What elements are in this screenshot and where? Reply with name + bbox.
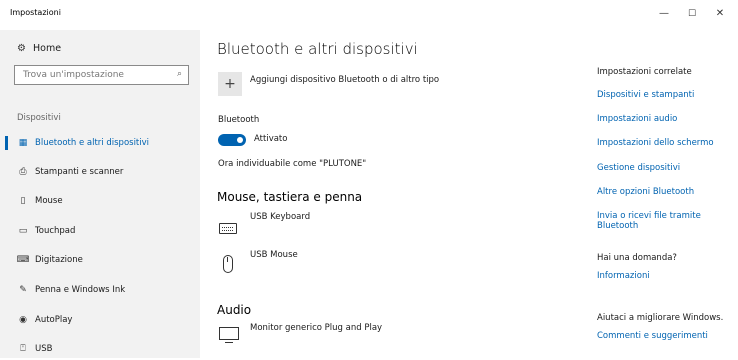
sidebar-item-label: Penna e Windows Ink [35, 285, 126, 295]
window-title: Impostazioni [10, 8, 61, 17]
device-keyboard[interactable]: USB Keyboard [250, 212, 310, 222]
sidebar-item-printers[interactable]: ⎙ Stampanti e scanner [0, 161, 200, 183]
related-settings-title: Impostazioni correlate [597, 67, 692, 77]
link-devices-printers[interactable]: Dispositivi e stampanti [597, 90, 694, 100]
gear-icon: ⚙ [17, 42, 26, 54]
link-audio-settings[interactable]: Impostazioni audio [597, 114, 677, 124]
bluetooth-label: Bluetooth [218, 115, 260, 125]
sidebar-item-mouse[interactable]: ▯ Mouse [0, 190, 200, 212]
question-title: Hai una domanda? [597, 253, 677, 263]
touchpad-icon: ▭ [18, 226, 28, 236]
sidebar-item-label: Digitazione [35, 255, 83, 265]
discoverable-text: Ora individuabile come "PLUTONE" [218, 159, 367, 169]
plus-icon: + [224, 76, 236, 92]
bluetooth-toggle[interactable] [218, 134, 246, 146]
keyboard-icon [219, 223, 237, 234]
sidebar-item-label: Mouse [35, 196, 63, 206]
link-feedback[interactable]: Commenti e suggerimenti [597, 331, 708, 341]
sidebar-item-bluetooth[interactable]: ▦ Bluetooth e altri dispositivi [0, 132, 200, 154]
bluetooth-state: Attivato [254, 134, 288, 144]
sidebar-item-usb[interactable]: ⍞ USB [0, 338, 200, 360]
sidebar-item-typing[interactable]: ⌨ Digitazione [0, 249, 200, 271]
close-button[interactable]: ✕ [710, 6, 730, 22]
active-indicator [5, 136, 8, 150]
page-title: Bluetooth e altri dispositivi [217, 40, 418, 58]
home-label: Home [33, 42, 62, 54]
bluetooth-devices-icon: ▦ [18, 138, 28, 148]
minimize-button[interactable]: — [654, 6, 674, 22]
sidebar-item-autoplay[interactable]: ◉ AutoPlay [0, 309, 200, 331]
add-device-button[interactable]: + [218, 72, 242, 96]
home-nav-item[interactable]: ⚙ Home [17, 41, 61, 55]
mouse-icon: ▯ [20, 196, 26, 206]
sidebar-item-pen[interactable]: ✎ Penna e Windows Ink [0, 279, 200, 301]
sidebar: ⚙ Home Trova un'impostazione ⌕ Dispositi… [0, 30, 200, 358]
improve-title: Aiutaci a migliorare Windows. [597, 313, 724, 323]
search-placeholder: Trova un'impostazione [23, 70, 124, 80]
maximize-button[interactable]: ☐ [682, 6, 702, 22]
autoplay-icon: ◉ [19, 315, 27, 325]
device-monitor[interactable]: Monitor generico Plug and Play [250, 323, 382, 333]
toggle-knob [237, 137, 243, 143]
sidebar-section-title: Dispositivi [17, 113, 61, 123]
add-device-label[interactable]: Aggiungi dispositivo Bluetooth o di altr… [250, 75, 439, 85]
mouse-icon [223, 255, 233, 273]
printer-icon: ⎙ [19, 167, 27, 177]
section-title-audio: Audio [217, 303, 252, 317]
sidebar-item-label: USB [35, 344, 53, 354]
sidebar-item-label: Stampanti e scanner [35, 167, 124, 177]
monitor-icon [219, 327, 239, 343]
pen-icon: ✎ [19, 285, 27, 295]
link-device-manager[interactable]: Gestione dispositivi [597, 163, 680, 173]
section-title-input-devices: Mouse, tastiera e penna [217, 190, 363, 204]
sidebar-item-touchpad[interactable]: ▭ Touchpad [0, 220, 200, 242]
title-bar: Impostazioni — ☐ ✕ [0, 0, 738, 30]
link-display-settings[interactable]: Impostazioni dello schermo [597, 138, 714, 148]
link-help[interactable]: Informazioni [597, 271, 650, 281]
main-content: Bluetooth e altri dispositivi + Aggiungi… [200, 30, 580, 358]
keyboard-icon: ⌨ [16, 255, 30, 265]
link-more-bluetooth[interactable]: Altre opzioni Bluetooth [597, 187, 694, 197]
search-icon[interactable]: ⌕ [177, 69, 182, 79]
sidebar-item-label: Touchpad [35, 226, 76, 236]
related-panel: Impostazioni correlate Dispositivi e sta… [583, 30, 738, 358]
sidebar-item-label: Bluetooth e altri dispositivi [35, 138, 150, 148]
device-mouse[interactable]: USB Mouse [250, 250, 298, 260]
link-bluetooth-file-transfer[interactable]: Invia o ricevi file tramite Bluetooth [597, 211, 738, 231]
sidebar-item-label: AutoPlay [35, 315, 73, 325]
usb-icon: ⍞ [20, 344, 26, 354]
search-input[interactable]: Trova un'impostazione ⌕ [14, 65, 189, 85]
